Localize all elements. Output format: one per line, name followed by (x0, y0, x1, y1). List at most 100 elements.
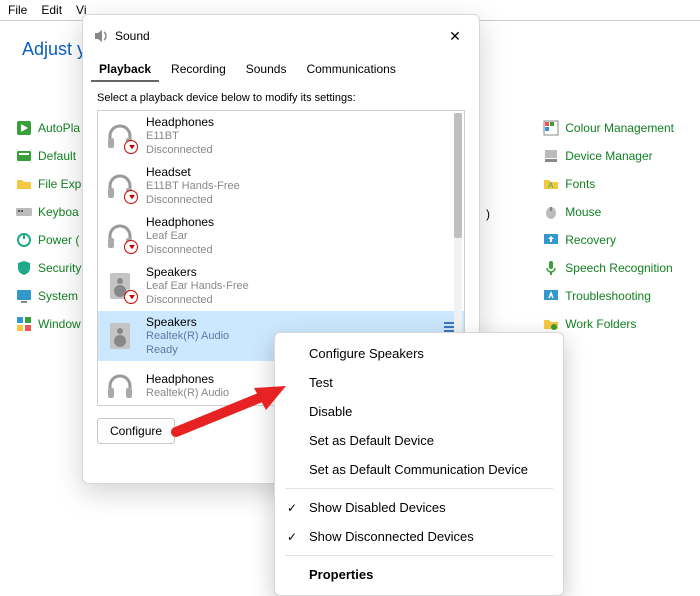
device-name: Speakers (146, 315, 229, 330)
cp-label: Keyboa (38, 205, 79, 219)
cp-left-column: AutoPla Default File Exp Keyboa Power ( … (16, 120, 81, 332)
device-text: HeadsetE11BT Hands-FreeDisconnected (146, 165, 240, 208)
dialog-titlebar[interactable]: Sound ✕ (83, 15, 479, 52)
device-row[interactable]: HeadphonesLeaf EarDisconnected (98, 211, 464, 261)
cp-label: Default (38, 149, 76, 163)
dialog-tabs: Playback Recording Sounds Communications (83, 52, 479, 82)
device-name: Speakers (146, 265, 249, 280)
sound-icon (93, 28, 109, 44)
programs-icon (16, 148, 32, 164)
device-state: Disconnected (146, 244, 214, 258)
windows-icon (16, 316, 32, 332)
cp-item-security[interactable]: Security (16, 260, 81, 276)
cp-item-default[interactable]: Default (16, 148, 81, 164)
device-state: Disconnected (146, 294, 249, 308)
cp-label: Work Folders (565, 317, 636, 331)
cp-item-windows[interactable]: Window (16, 316, 81, 332)
cp-item-mouse[interactable]: Mouse (543, 204, 674, 220)
cp-label: AutoPla (38, 121, 80, 135)
headphones-icon (104, 170, 136, 202)
tab-playback[interactable]: Playback (91, 58, 159, 82)
shield-icon (16, 260, 32, 276)
cp-item-devmgr[interactable]: Device Manager (543, 148, 674, 164)
device-sub: Realtek(R) Audio (146, 387, 229, 401)
cp-item-fileexp[interactable]: File Exp (16, 176, 81, 192)
ctx-disable[interactable]: Disable (275, 397, 563, 426)
device-sub: Realtek(R) Audio (146, 330, 229, 344)
device-name: Headphones (146, 372, 229, 387)
device-name: Headset (146, 165, 240, 180)
device-sub: E11BT Hands-Free (146, 180, 240, 194)
device-row[interactable]: HeadsetE11BT Hands-FreeDisconnected (98, 161, 464, 211)
ctx-show-disabled-devices[interactable]: Show Disabled Devices (275, 493, 563, 522)
fonts-icon: A (543, 176, 559, 192)
cp-label: File Exp (38, 177, 81, 191)
dialog-subtext: Select a playback device below to modify… (83, 82, 479, 110)
ctx-properties[interactable]: Properties (275, 560, 563, 589)
device-row[interactable]: HeadphonesE11BTDisconnected (98, 111, 464, 161)
cp-item-workfolders[interactable]: Work Folders (543, 316, 674, 332)
cp-label: Device Manager (565, 149, 652, 163)
cp-item-keyboard[interactable]: Keyboa (16, 204, 81, 220)
cp-item-speech[interactable]: Speech Recognition (543, 260, 674, 276)
cp-label: Speech Recognition (565, 261, 672, 275)
cp-label: Mouse (565, 205, 601, 219)
work-folders-icon (543, 316, 559, 332)
scrollbar-thumb[interactable] (454, 113, 462, 238)
context-menu: Configure SpeakersTestDisableSet as Defa… (274, 332, 564, 596)
ctx-test[interactable]: Test (275, 368, 563, 397)
svg-text:A: A (548, 181, 554, 190)
ctx-separator (285, 555, 553, 556)
cp-label: Recovery (565, 233, 616, 247)
close-icon[interactable]: ✕ (441, 24, 469, 48)
ctx-set-as-default-communication-device[interactable]: Set as Default Communication Device (275, 455, 563, 484)
recovery-icon (543, 232, 559, 248)
power-icon (16, 232, 32, 248)
cp-label: Troubleshooting (565, 289, 651, 303)
cp-item-autoplay[interactable]: AutoPla (16, 120, 81, 136)
device-text: HeadphonesRealtek(R) Audio (146, 372, 229, 401)
cp-item-system[interactable]: System (16, 288, 81, 304)
cp-label: Window (38, 317, 81, 331)
tab-communications[interactable]: Communications (298, 58, 403, 82)
device-text: HeadphonesE11BTDisconnected (146, 115, 214, 158)
ctx-separator (285, 488, 553, 489)
cp-item-recovery[interactable]: Recovery (543, 232, 674, 248)
cp-label: Security (38, 261, 81, 275)
stray-paren: ) (486, 207, 490, 221)
speaker-icon (104, 270, 136, 302)
cp-item-power[interactable]: Power ( (16, 232, 81, 248)
device-text: SpeakersLeaf Ear Hands-FreeDisconnected (146, 265, 249, 308)
device-state: Disconnected (146, 194, 240, 208)
configure-button[interactable]: Configure (97, 418, 175, 444)
device-state: Ready (146, 344, 229, 358)
ctx-configure-speakers[interactable]: Configure Speakers (275, 339, 563, 368)
speaker-icon (104, 320, 136, 352)
headphones-icon (104, 370, 136, 402)
headphones-icon (104, 120, 136, 152)
device-sub: E11BT (146, 130, 214, 144)
cp-item-fonts[interactable]: AFonts (543, 176, 674, 192)
system-icon (16, 288, 32, 304)
tab-recording[interactable]: Recording (163, 58, 234, 82)
menu-edit[interactable]: Edit (41, 3, 62, 17)
ctx-set-as-default-device[interactable]: Set as Default Device (275, 426, 563, 455)
autoplay-icon (16, 120, 32, 136)
cp-label: Power ( (38, 233, 79, 247)
device-state: Disconnected (146, 144, 214, 158)
cp-label: System (38, 289, 78, 303)
device-name: Headphones (146, 115, 214, 130)
headphones-icon (104, 220, 136, 252)
device-sub: Leaf Ear Hands-Free (146, 280, 249, 294)
cp-right-column: Colour Management Device Manager AFonts … (543, 120, 674, 332)
menu-file[interactable]: File (8, 3, 27, 17)
mouse-icon (543, 204, 559, 220)
device-text: HeadphonesLeaf EarDisconnected (146, 215, 214, 258)
cp-item-troubleshoot[interactable]: Troubleshooting (543, 288, 674, 304)
device-row[interactable]: SpeakersLeaf Ear Hands-FreeDisconnected (98, 261, 464, 311)
device-manager-icon (543, 148, 559, 164)
tab-sounds[interactable]: Sounds (238, 58, 295, 82)
cp-item-colour[interactable]: Colour Management (543, 120, 674, 136)
ctx-show-disconnected-devices[interactable]: Show Disconnected Devices (275, 522, 563, 551)
device-sub: Leaf Ear (146, 230, 214, 244)
